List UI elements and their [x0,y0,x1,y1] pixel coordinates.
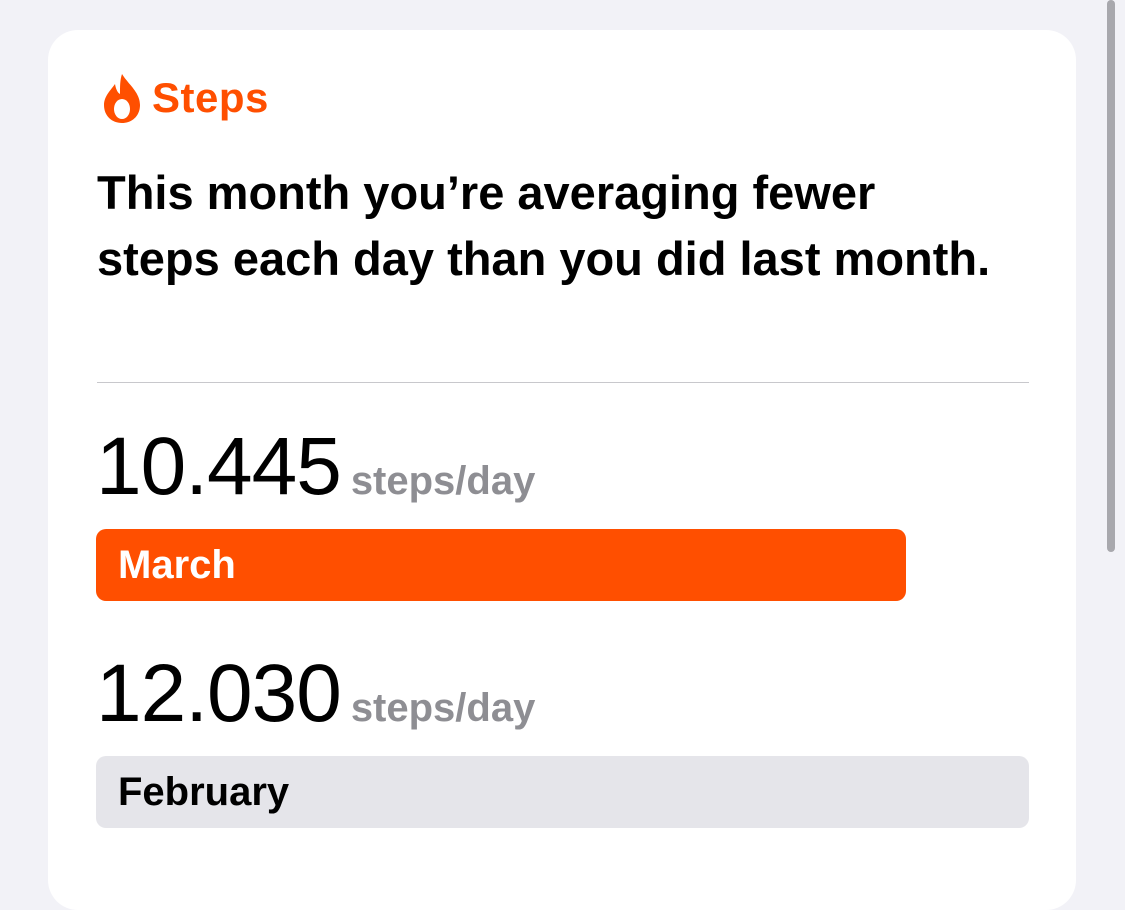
current-steps-unit: steps/day [350,459,536,503]
steps-highlight-card[interactable]: Steps This month you’re averaging fewer … [48,30,1076,910]
divider [97,382,1029,383]
card-title: Steps [152,74,269,121]
previous-month-label: February [118,769,290,814]
current-month-metric: 10.445 steps/day [96,420,535,514]
flame-icon [104,74,140,123]
previous-month-metric: 12.030 steps/day [96,647,535,741]
previous-steps-unit: steps/day [350,686,536,730]
previous-month-bar: February [96,756,1029,828]
previous-steps-value: 12.030 [96,648,342,739]
current-month-label: March [118,542,236,587]
current-month-bar: March [96,529,906,601]
card-header: Steps [102,70,269,126]
summary-text: This month you’re averaging fewer steps … [97,166,991,285]
scrollbar[interactable] [1107,0,1115,552]
current-steps-value: 10.445 [96,421,342,512]
